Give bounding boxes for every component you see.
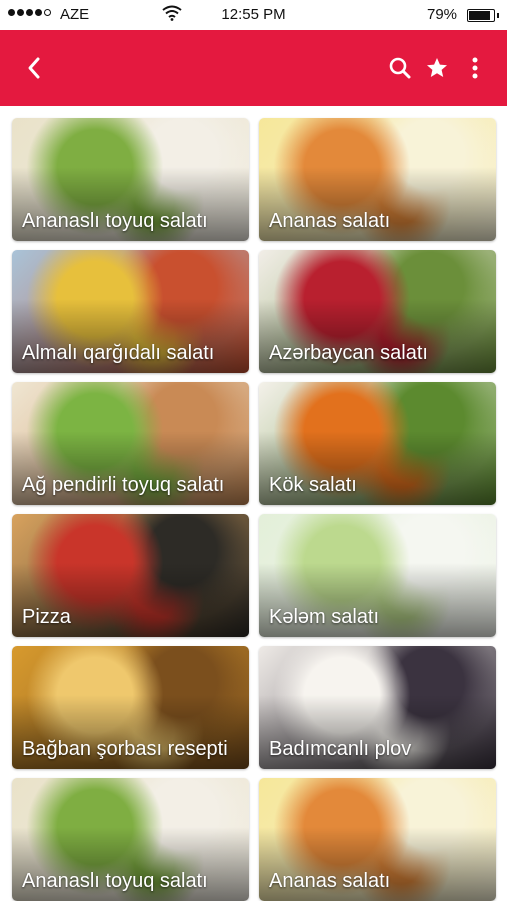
recipe-title: Pizza [22,606,71,628]
battery-icon [467,9,499,22]
recipe-card[interactable]: Azərbaycan salatı [259,250,496,373]
recipe-title: Azərbaycan salatı [269,342,428,364]
app-bar [0,30,507,106]
status-bar: AZE 12:55 PM 79% [0,0,507,30]
recipe-title: Bağban şorbası resepti [22,738,228,760]
recipe-title: Badımcanlı plov [269,738,412,760]
recipe-card[interactable]: Ananaslı toyuq salatı [12,778,249,901]
star-icon[interactable] [423,54,451,82]
recipe-title: Kök salatı [269,474,357,496]
recipe-card[interactable]: Kök salatı [259,382,496,505]
recipe-card[interactable]: Ananas salatı [259,778,496,901]
recipe-card[interactable]: Pizza [12,514,249,637]
recipe-title: Ananaslı toyuq salatı [22,870,208,892]
recipe-title: Ananas salatı [269,870,391,892]
recipe-title: Ananas salatı [269,210,391,232]
recipe-card[interactable]: Ananas salatı [259,118,496,241]
battery-percentage: 79% [427,6,458,23]
recipe-card[interactable]: Kələm salatı [259,514,496,637]
recipe-title: Ananaslı toyuq salatı [22,210,208,232]
recipe-card[interactable]: Bağban şorbası resepti [12,646,249,769]
recipe-card[interactable]: Ananaslı toyuq salatı [12,118,249,241]
search-icon[interactable] [386,54,414,82]
recipe-card[interactable]: Badımcanlı plov [259,646,496,769]
back-icon[interactable] [20,54,48,82]
recipe-title: Almalı qarğıdalı salatı [22,342,215,364]
recipe-card[interactable]: Ağ pendirli toyuq salatı [12,382,249,505]
recipe-title: Ağ pendirli toyuq salatı [22,474,225,496]
recipe-title: Kələm salatı [269,606,380,628]
recipe-card[interactable]: Almalı qarğıdalı salatı [12,250,249,373]
more-icon[interactable] [461,54,489,82]
